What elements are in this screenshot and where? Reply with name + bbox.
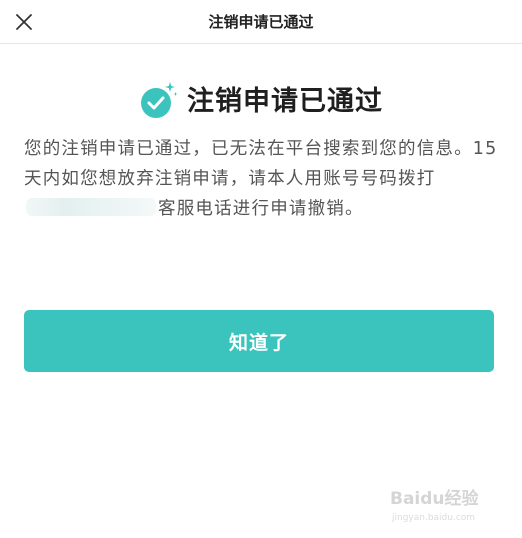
watermark-logo: Baidu经验 jingyan.baidu.com bbox=[390, 488, 480, 523]
check-circle-icon bbox=[141, 82, 178, 118]
description-text: 您的注销申请已通过，已无法在平台搜索到您的信息。15 天内如您想放弃注销申请，请… bbox=[24, 134, 498, 224]
success-heading: 注销申请已通过 bbox=[0, 76, 522, 120]
masked-phone-number bbox=[26, 198, 156, 216]
top-nav-bar: 注销申请已通过 bbox=[0, 0, 522, 44]
heading-text: 注销申请已通过 bbox=[187, 85, 383, 117]
got-it-button[interactable]: 知道了 bbox=[24, 310, 494, 372]
description-part-1: 您的注销申请已通过，已无法在平台搜索到您的信息。15 天内如您想放弃注销申请，请… bbox=[24, 139, 498, 189]
watermark-brand: Baidu经验 bbox=[390, 488, 480, 509]
watermark-url: jingyan.baidu.com bbox=[391, 513, 475, 523]
description-part-2: 客服电话进行申请撤销。 bbox=[158, 199, 364, 219]
close-button[interactable] bbox=[8, 6, 40, 38]
cancellation-approved-page: 注销申请已通过 注销申请已通过 您的注销申请已通过，已无法在平台搜索到您的信息。… bbox=[0, 0, 522, 538]
page-title: 注销申请已通过 bbox=[208, 13, 314, 31]
close-icon bbox=[16, 14, 32, 30]
